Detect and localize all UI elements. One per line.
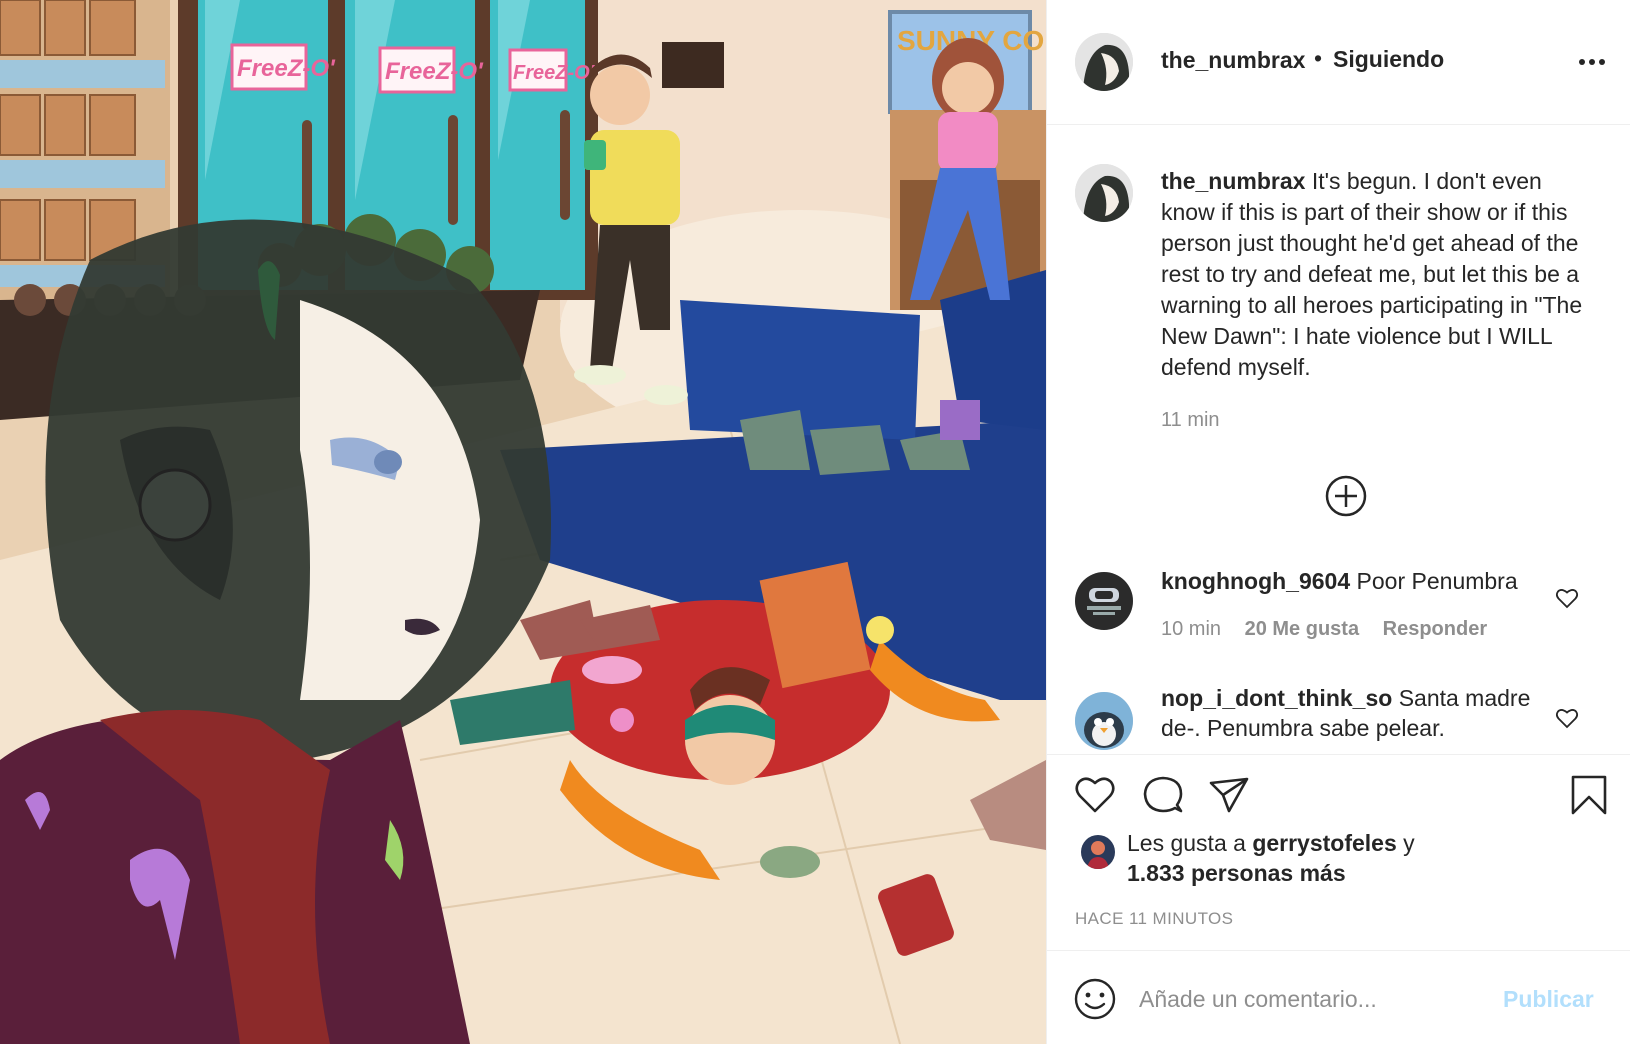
emoji-icon[interactable] — [1073, 977, 1117, 1021]
likes-connector: y — [1403, 830, 1415, 856]
post-actions: Les gusta a gerrystofeles y 1.833 person… — [1047, 754, 1630, 1044]
separator-dot: • — [1314, 45, 1323, 71]
comments-scroll-area[interactable]: the_numbrax It's begun. I don't even kno… — [1047, 126, 1630, 754]
comment-like-heart-icon[interactable] — [1555, 587, 1579, 609]
header-username[interactable]: the_numbrax — [1161, 47, 1305, 74]
bookmark-save-icon[interactable] — [1567, 773, 1611, 817]
comment-body: nop_i_dont_think_so Santa madre de-. Pen… — [1161, 683, 1561, 743]
comment-meta: 10 min 20 Me gusta Responder — [1161, 618, 1505, 641]
freezer-sign: FreeZ-O' — [385, 58, 484, 85]
comment-username[interactable]: nop_i_dont_think_so — [1161, 685, 1392, 711]
comment-bubble-icon[interactable] — [1141, 773, 1185, 817]
avatar[interactable] — [1075, 572, 1133, 630]
follow-status-button[interactable]: Siguiendo — [1333, 46, 1444, 73]
load-more-comments-icon[interactable] — [1324, 474, 1368, 518]
comment-text: Poor Penumbra — [1356, 568, 1518, 594]
likes-prefix: Les gusta a — [1127, 830, 1246, 856]
avatar[interactable] — [1075, 164, 1133, 222]
comment-time[interactable]: 10 min — [1161, 618, 1221, 640]
comment-likes[interactable]: 20 Me gusta — [1245, 618, 1359, 640]
freezer-sign: FreeZ-O' — [237, 55, 336, 82]
avatar[interactable] — [1075, 692, 1133, 750]
caption-text: It's begun. I don't even know if this is… — [1161, 168, 1583, 380]
caption-timestamp[interactable]: 11 min — [1161, 409, 1220, 432]
comment-like-heart-icon[interactable] — [1555, 707, 1579, 729]
comment-input[interactable] — [1139, 979, 1479, 1019]
avatar[interactable] — [1081, 835, 1115, 869]
likes-summary: Les gusta a gerrystofeles y 1.833 person… — [1127, 828, 1607, 888]
caption-username[interactable]: the_numbrax — [1161, 168, 1305, 194]
reply-button[interactable]: Responder — [1383, 618, 1487, 640]
post-caption: the_numbrax It's begun. I don't even kno… — [1161, 166, 1601, 383]
share-send-icon[interactable] — [1207, 773, 1251, 817]
post-detail-panel: the_numbrax • Siguiendo the_numbrax It's… — [1046, 0, 1630, 1044]
more-options-icon[interactable] — [1577, 49, 1607, 75]
likes-count[interactable]: 1.833 personas más — [1127, 860, 1346, 886]
post-image[interactable]: FreeZ-O' FreeZ-O' FreeZ-O' SUNNY CO — [0, 0, 1046, 1044]
add-comment-row: Publicar — [1047, 950, 1630, 1044]
publish-button[interactable]: Publicar — [1503, 986, 1594, 1013]
comment-body: knoghnogh_9604 Poor Penumbra — [1161, 566, 1561, 596]
freezer-sign: FreeZ-O' — [513, 62, 596, 84]
likes-user[interactable]: gerrystofeles — [1252, 830, 1396, 856]
post-header: the_numbrax • Siguiendo — [1047, 0, 1630, 125]
comment-username[interactable]: knoghnogh_9604 — [1161, 568, 1350, 594]
avatar[interactable] — [1075, 33, 1133, 91]
post-timestamp[interactable]: HACE 11 MINUTOS — [1075, 909, 1233, 929]
like-heart-icon[interactable] — [1073, 773, 1117, 817]
